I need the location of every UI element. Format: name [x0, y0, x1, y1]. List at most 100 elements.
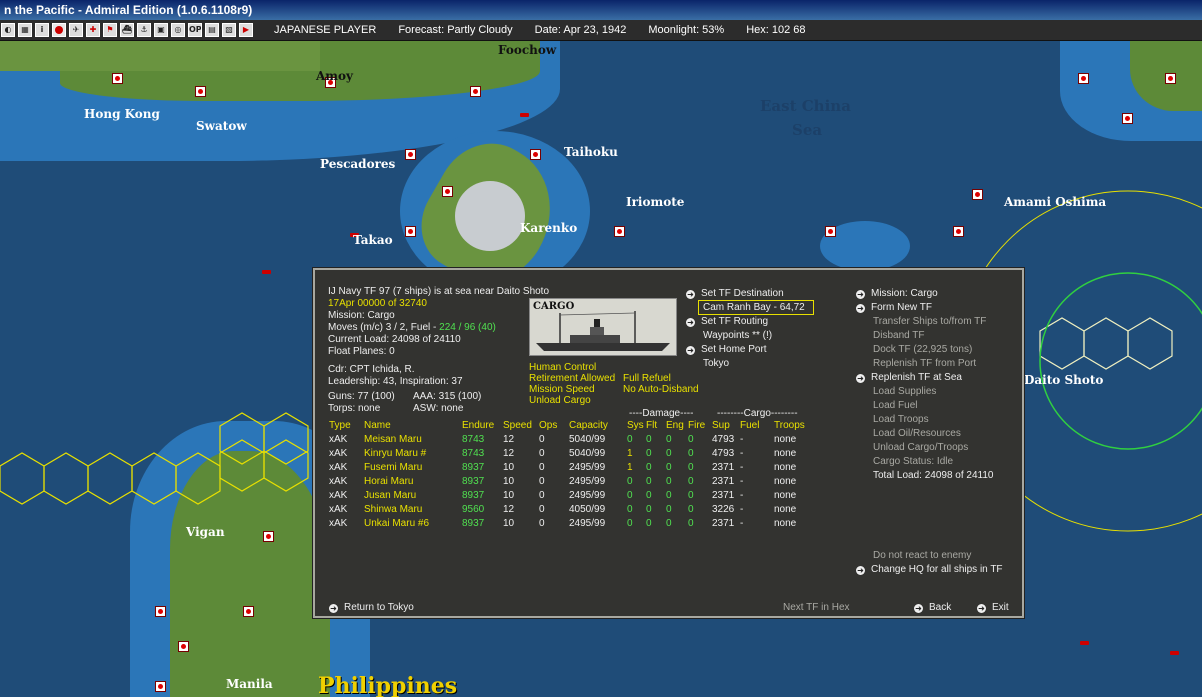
column-header[interactable]: Troops — [774, 418, 814, 432]
table-row[interactable]: xAK Jusan Maru 8937 10 0 2495/99 0 0 0 0 2371- none — [329, 488, 814, 502]
base-marker[interactable] — [442, 186, 453, 197]
table-cell: 0 — [627, 517, 633, 529]
base-marker[interactable] — [405, 226, 416, 237]
ship-marker[interactable] — [1080, 641, 1089, 645]
replenish-port: Replenish TF from Port — [873, 358, 977, 369]
unload-cargo[interactable]: Unload Cargo — [529, 395, 591, 407]
table-cell: 0 — [688, 475, 694, 487]
column-header[interactable]: Eng — [666, 418, 688, 432]
table-cell: 0 — [688, 461, 694, 473]
table-cell: none — [774, 489, 797, 501]
globe-icon[interactable]: ◎ — [171, 23, 185, 37]
set-destination-button[interactable]: ➜ Set TF Destination — [686, 288, 784, 300]
carrier-icon[interactable]: ⛴ — [120, 23, 134, 37]
column-header[interactable]: Capacity — [569, 418, 627, 432]
base-marker[interactable] — [1078, 73, 1089, 84]
ship-marker[interactable] — [262, 270, 271, 274]
change-hq-button[interactable]: ➜ Change HQ for all ships in TF — [856, 564, 1003, 576]
base-marker[interactable] — [112, 73, 123, 84]
tf-icon[interactable]: ▦ — [18, 23, 32, 37]
map-icon[interactable]: ▧ — [222, 23, 236, 37]
waypoints-label[interactable]: Waypoints ** (!) — [703, 330, 772, 342]
set-routing-button[interactable]: ➜ Set TF Routing — [686, 316, 768, 328]
column-header[interactable]: Fire — [688, 418, 712, 432]
replenish-sea-button[interactable]: ➜ Replenish TF at Sea — [856, 372, 962, 384]
base-marker[interactable] — [972, 189, 983, 200]
base-marker[interactable] — [243, 606, 254, 617]
base-marker[interactable] — [263, 531, 274, 542]
column-header[interactable]: Flt — [646, 418, 666, 432]
base-icon[interactable]: ▣ — [154, 23, 168, 37]
ship-icon[interactable]: ⚓ — [137, 23, 151, 37]
table-cell: 10 — [503, 489, 515, 501]
table-row[interactable]: xAK Meisan Maru 8743 12 0 5040/99 0 0 0 0 4793- non… — [329, 432, 814, 446]
rising-sun-icon[interactable] — [52, 23, 66, 37]
base-marker[interactable] — [155, 681, 166, 692]
form-new-tf-button[interactable]: ➜ Form New TF — [856, 302, 932, 314]
column-header[interactable]: Fuel — [740, 418, 774, 432]
home-port-value: Tokyo — [703, 358, 730, 369]
plane-icon[interactable]: ✈ — [69, 23, 83, 37]
op-icon[interactable]: OP — [188, 23, 202, 37]
table-cell: 8937 — [462, 489, 485, 501]
base-marker[interactable] — [953, 226, 964, 237]
back-button[interactable]: ➜ Back — [914, 602, 951, 614]
table-cell: 8937 — [462, 517, 485, 529]
table-row[interactable]: xAK Horai Maru 8937 10 0 2495/99 0 0 0 0 2371- none — [329, 474, 814, 488]
column-header[interactable]: Type — [329, 418, 364, 432]
table-row[interactable]: xAK Shinwa Maru 9560 12 0 4050/99 0 0 0 0 3226- non… — [329, 502, 814, 516]
table-cell: 0 — [688, 489, 694, 501]
table-cell: 0 — [646, 503, 652, 515]
table-cell: xAK — [329, 461, 348, 473]
table-cell: 4793 — [712, 433, 735, 445]
arrow-icon: ➜ — [914, 604, 923, 613]
base-marker[interactable] — [195, 86, 206, 97]
return-button[interactable]: ➜ Return to Tokyo — [329, 602, 414, 614]
date-label: Date: Apr 23, 1942 — [534, 24, 627, 36]
table-row[interactable]: xAK Fusemi Maru 8937 10 0 2495/99 1 0 0 0 2371- non… — [329, 460, 814, 474]
base-marker[interactable] — [155, 606, 166, 617]
no-auto-disband[interactable]: No Auto-Disband — [623, 384, 699, 396]
column-header[interactable]: Sup — [712, 418, 740, 432]
table-row[interactable]: xAK Unkai Maru #6 8937 10 0 2495/99 0 0 0 0 2371- n… — [329, 516, 814, 530]
column-header[interactable]: Endure — [462, 418, 503, 432]
base-marker[interactable] — [178, 641, 189, 652]
play-icon[interactable]: ▶ — [239, 23, 253, 37]
cross-icon[interactable]: ✚ — [86, 23, 100, 37]
arrow-icon: ➜ — [329, 604, 338, 613]
base-marker[interactable] — [1165, 73, 1176, 84]
column-header[interactable]: Speed — [503, 418, 539, 432]
table-cell: - — [740, 503, 744, 515]
base-marker[interactable] — [470, 86, 481, 97]
table-cell: 0 — [666, 489, 672, 501]
base-marker[interactable] — [614, 226, 625, 237]
map-label-iriomote: Iriomote — [626, 195, 685, 209]
exit-button[interactable]: ➜ Exit — [977, 602, 1009, 614]
table-cell: Shinwa Maru — [364, 503, 423, 515]
column-header[interactable]: Ops — [539, 418, 569, 432]
map-label-eastchina: East China — [760, 97, 851, 115]
table-cell: 2495/99 — [569, 461, 606, 473]
ship-marker[interactable] — [520, 113, 529, 117]
tf-commander[interactable]: Cdr: CPT Ichida, R. — [328, 364, 415, 376]
sub-icon[interactable]: ◐ — [1, 23, 15, 37]
column-header[interactable]: Sys — [627, 418, 646, 432]
base-marker[interactable] — [1122, 113, 1133, 124]
save-icon[interactable]: ▤ — [205, 23, 219, 37]
base-marker[interactable] — [530, 149, 541, 160]
table-cell: 10 — [503, 461, 515, 473]
info-icon[interactable]: i — [35, 23, 49, 37]
column-header[interactable]: Name — [364, 418, 462, 432]
base-marker[interactable] — [825, 226, 836, 237]
next-tf-button[interactable]: Next TF in Hex — [783, 602, 850, 614]
table-cell: 0 — [627, 503, 633, 515]
table-row[interactable]: xAK Kinryu Maru # 8743 12 0 5040/99 1 0 0 0 4793- n… — [329, 446, 814, 460]
map-label-amoy: Amoy — [316, 69, 353, 83]
mission-cargo-button[interactable]: ➜ Mission: Cargo — [856, 288, 938, 300]
base-marker[interactable] — [405, 149, 416, 160]
flag-icon[interactable]: ⚑ — [103, 23, 117, 37]
table-cell: none — [774, 503, 797, 515]
ship-marker[interactable] — [1170, 651, 1179, 655]
set-home-button[interactable]: ➜ Set Home Port — [686, 344, 767, 356]
arrow-icon: ➜ — [977, 604, 986, 613]
